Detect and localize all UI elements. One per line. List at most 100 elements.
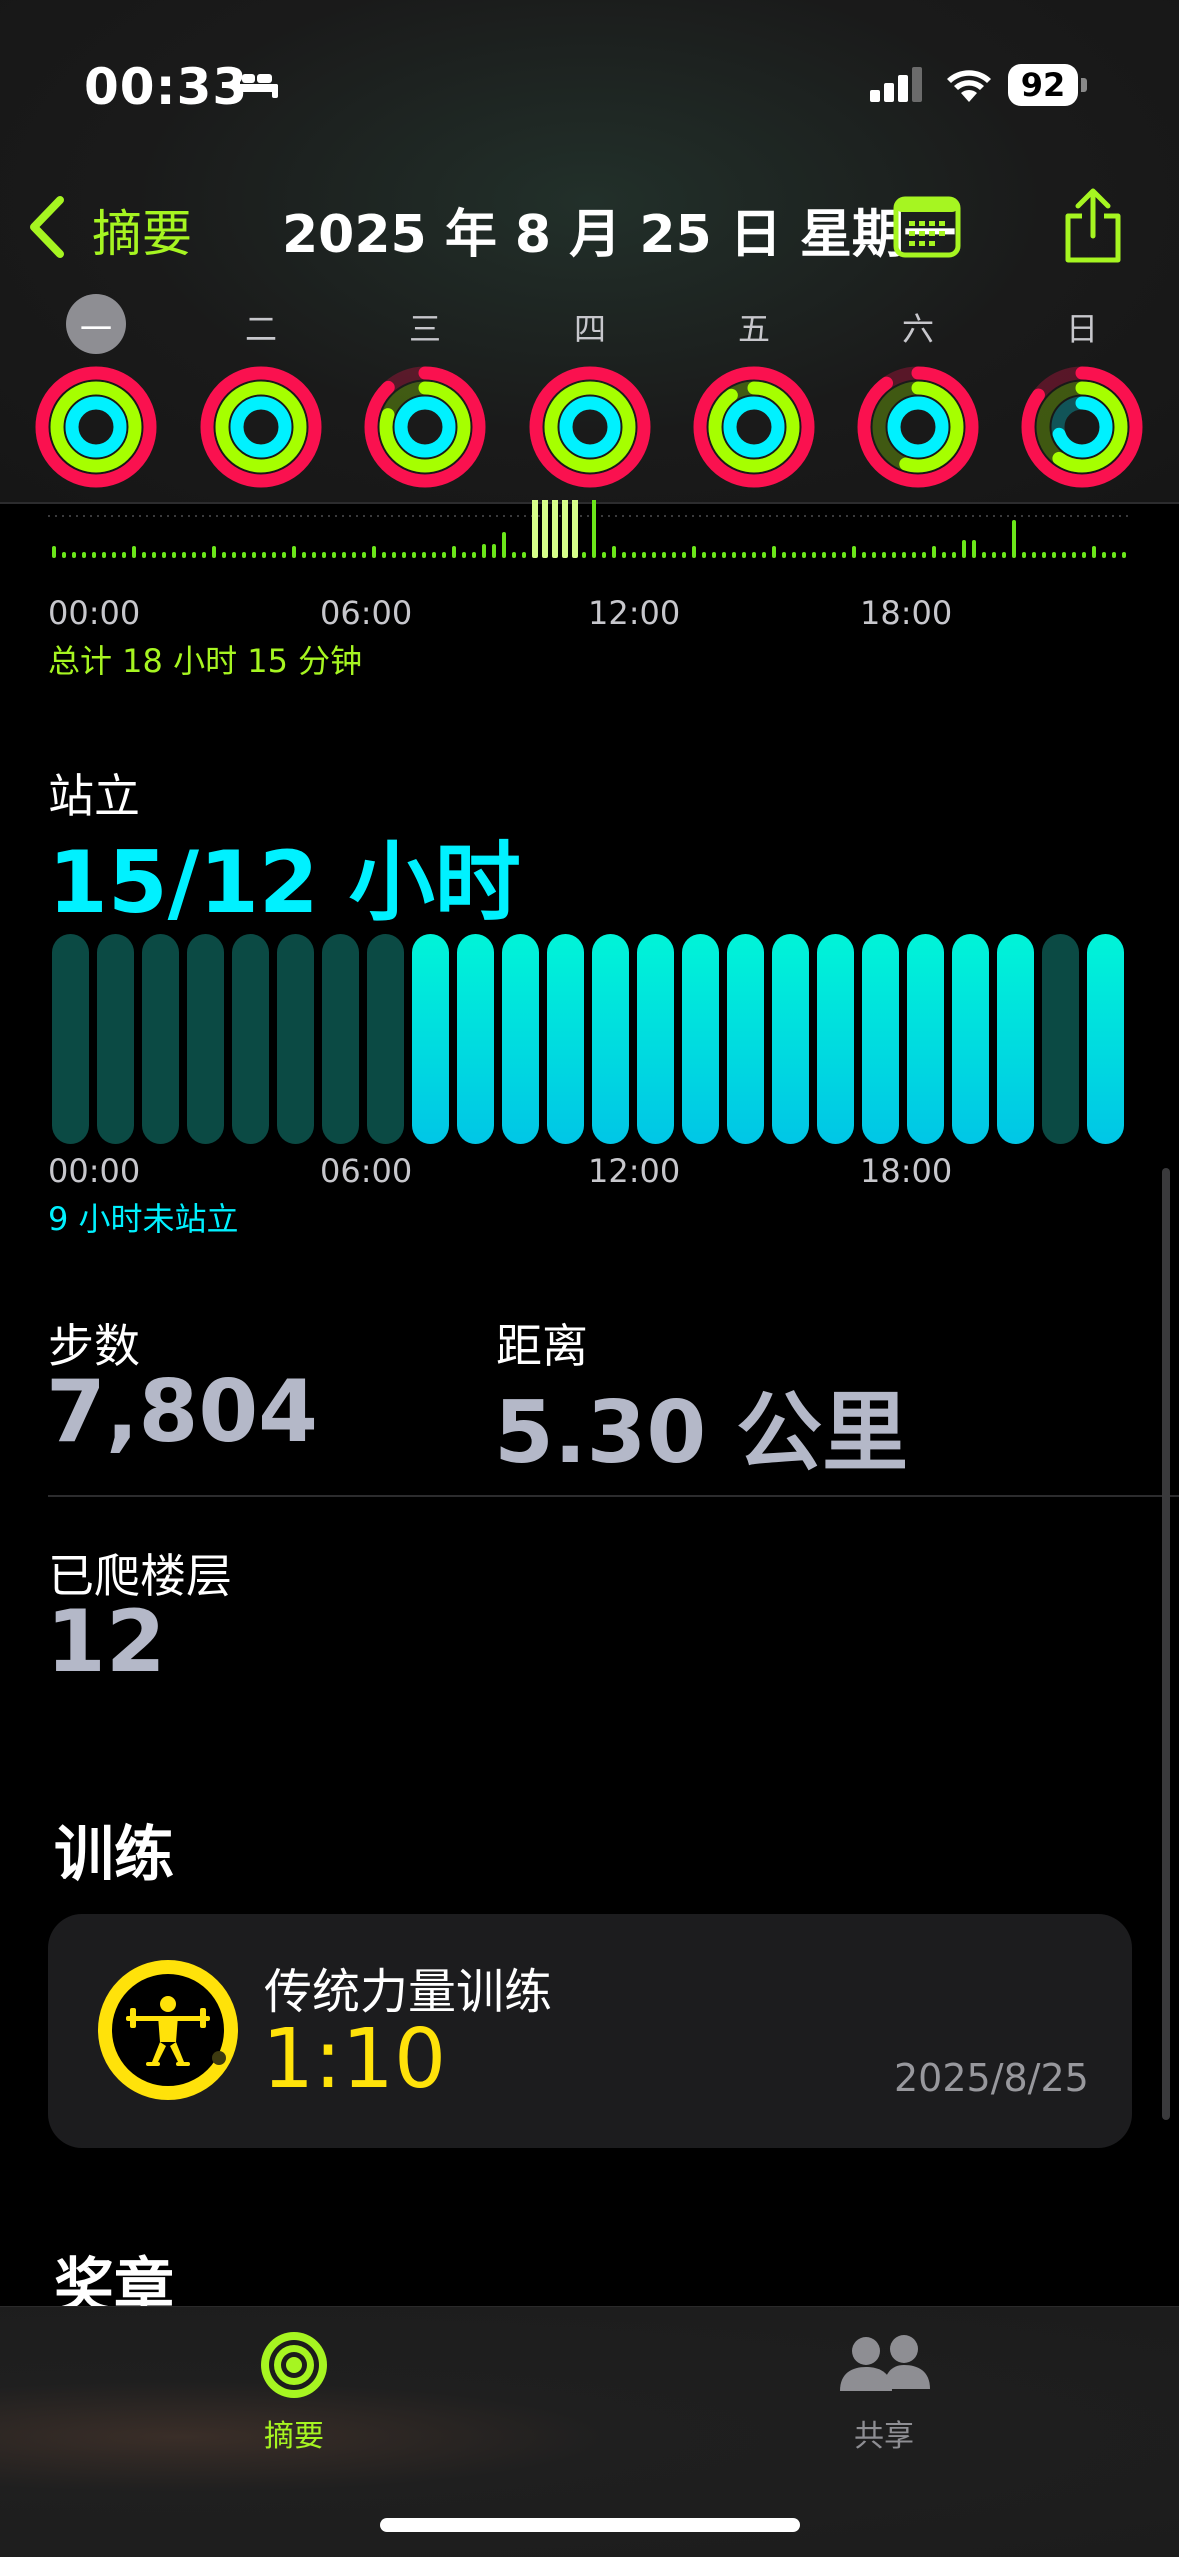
share-icon[interactable]: [1062, 186, 1124, 268]
day-label-5[interactable]: 六: [878, 304, 958, 350]
tab-summary[interactable]: 摘要: [194, 2411, 394, 2455]
move-tick-0: 00:00: [48, 594, 141, 632]
move-bar: [312, 552, 316, 558]
activity-ring-day-4[interactable]: [692, 365, 816, 489]
move-bar: [1032, 552, 1036, 558]
activity-ring-day-3[interactable]: [528, 365, 652, 489]
activity-ring-day-5[interactable]: [856, 365, 980, 489]
move-bar: [372, 546, 376, 558]
move-bar: [332, 552, 336, 558]
day-label-6[interactable]: 日: [1042, 304, 1122, 350]
move-bar: [712, 552, 716, 558]
day-label-3[interactable]: 四: [550, 304, 630, 350]
back-chevron-icon[interactable]: [22, 196, 72, 262]
move-bar: [152, 552, 156, 558]
tab-sharing[interactable]: 共享: [784, 2411, 984, 2455]
move-hourly-chart: [48, 500, 1128, 558]
move-tick-1: 06:00: [320, 594, 413, 632]
move-bar: [892, 552, 896, 558]
stand-hour-bar-21: [997, 934, 1034, 1144]
scrollbar[interactable]: [1162, 1168, 1170, 2120]
move-bar: [542, 500, 548, 558]
move-bar: [1102, 552, 1106, 558]
activity-ring-day-6[interactable]: [1020, 365, 1144, 489]
move-bar: [162, 552, 166, 558]
move-bar: [532, 500, 538, 558]
activity-ring-day-0[interactable]: [34, 365, 158, 489]
stand-hour-bar-17: [817, 934, 854, 1144]
move-bar: [912, 552, 916, 558]
move-bar: [652, 552, 656, 558]
home-indicator[interactable]: [380, 2518, 800, 2532]
move-bar: [772, 546, 776, 558]
move-bar: [902, 552, 906, 558]
move-bar: [102, 552, 106, 558]
move-bar: [742, 552, 746, 558]
move-bar: [722, 552, 726, 558]
move-bar: [762, 552, 766, 558]
calendar-icon[interactable]: [893, 196, 961, 262]
move-bar: [72, 552, 76, 558]
move-bar: [662, 552, 666, 558]
move-bar: [962, 540, 966, 558]
move-bar: [562, 500, 568, 558]
move-bar: [462, 552, 466, 558]
move-bar: [782, 552, 786, 558]
move-bar: [1082, 552, 1086, 558]
move-bar: [1112, 552, 1116, 558]
back-button[interactable]: 摘要: [92, 194, 192, 266]
move-bar: [432, 552, 436, 558]
distance-value: 5.30 公里: [494, 1383, 909, 1483]
move-bar: [792, 552, 796, 558]
move-tick-2: 12:00: [588, 594, 681, 632]
move-bar: [942, 552, 946, 558]
day-label-1[interactable]: 二: [221, 304, 301, 350]
day-label-0[interactable]: 一: [56, 304, 136, 350]
move-bar: [582, 552, 586, 558]
move-bar: [392, 552, 396, 558]
stand-value: 15/12 小时: [48, 833, 521, 933]
stand-hour-bar-16: [772, 934, 809, 1144]
move-bar: [142, 552, 146, 558]
move-bar: [522, 552, 526, 558]
move-bar: [702, 552, 706, 558]
move-bar: [752, 552, 756, 558]
stand-missed-hours: 9 小时未站立: [48, 1200, 239, 1238]
battery-level: 92: [1008, 64, 1078, 106]
move-bar: [922, 552, 926, 558]
move-bar: [802, 552, 806, 558]
stand-tick-1: 06:00: [320, 1152, 413, 1190]
move-bar: [682, 552, 686, 558]
page-title: 2025 年 8 月 25 日 星期一: [282, 205, 956, 265]
move-bar: [352, 552, 356, 558]
stand-hour-bar-3: [187, 934, 224, 1144]
activity-ring-day-1[interactable]: [199, 365, 323, 489]
move-bar: [1022, 552, 1026, 558]
move-total-time: 总计 18 小时 15 分钟: [48, 642, 363, 680]
battery-tip: [1081, 78, 1087, 92]
move-bar: [1062, 552, 1066, 558]
stand-hour-bar-4: [232, 934, 269, 1144]
stand-hour-bar-18: [862, 934, 899, 1144]
move-bar: [992, 552, 996, 558]
move-bar: [622, 552, 626, 558]
move-bar: [572, 500, 578, 558]
move-bar: [252, 552, 256, 558]
move-bar: [402, 552, 406, 558]
day-label-4[interactable]: 五: [714, 304, 794, 350]
day-label-2[interactable]: 三: [385, 304, 465, 350]
activity-ring-day-2[interactable]: [363, 365, 487, 489]
move-bar: [592, 500, 596, 558]
stand-hourly-chart: [52, 934, 1124, 1144]
move-bar: [262, 552, 266, 558]
move-bar: [442, 552, 446, 558]
tab-sharing-icon[interactable]: [836, 2331, 932, 2405]
move-bar: [302, 552, 306, 558]
steps-value: 7,804: [46, 1362, 319, 1462]
stand-hour-bar-9: [457, 934, 494, 1144]
move-bar: [862, 552, 866, 558]
stand-hour-bar-0: [52, 934, 89, 1144]
move-bar: [642, 552, 646, 558]
move-bar: [552, 500, 558, 558]
tab-summary-icon[interactable]: [258, 2329, 330, 2405]
